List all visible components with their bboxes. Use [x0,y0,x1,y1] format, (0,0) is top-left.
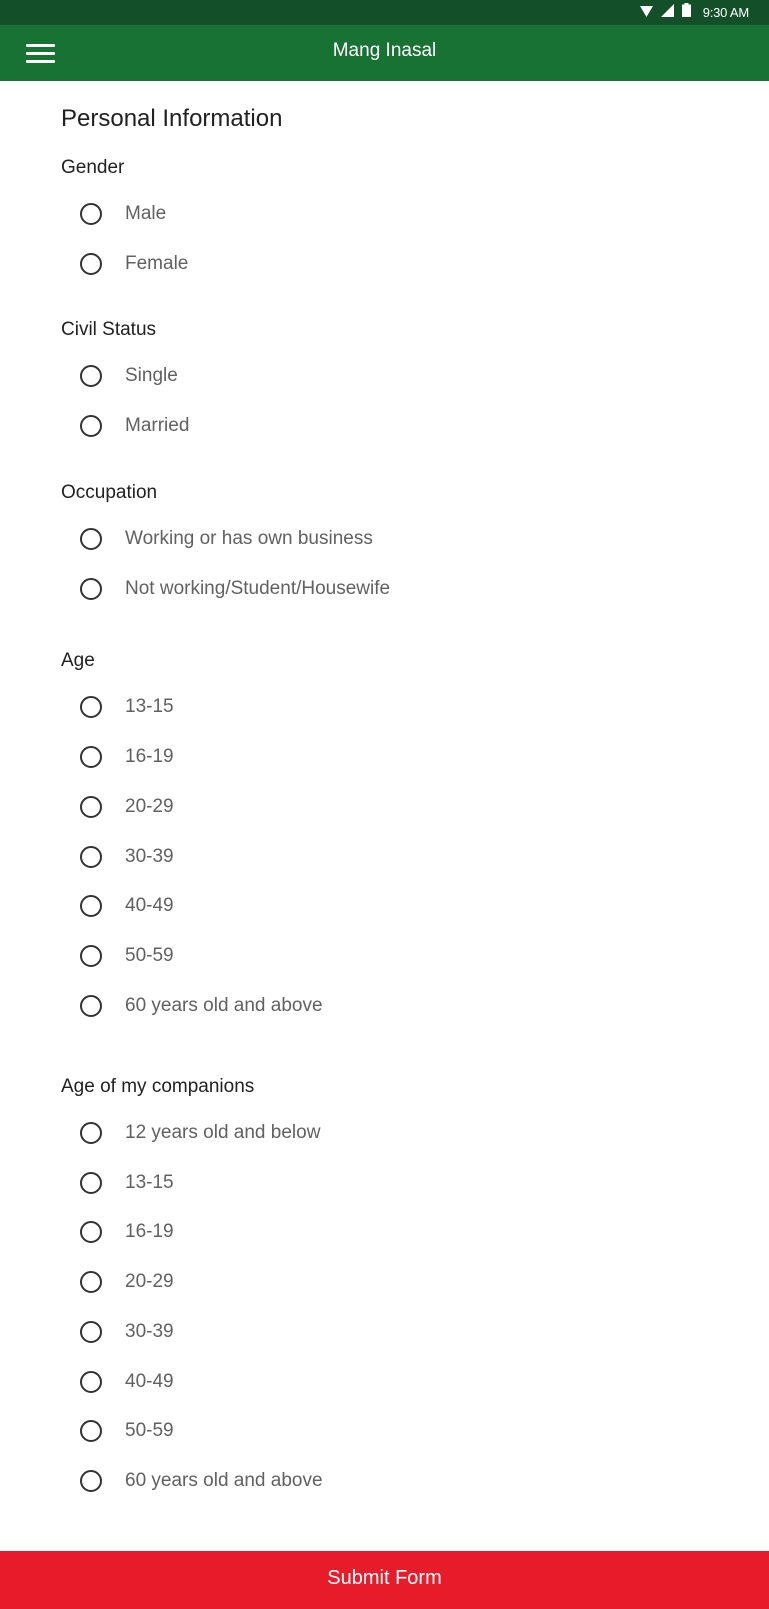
wifi-icon [639,4,653,22]
status-bar: 9:30 AM [0,0,769,25]
submit-form-button[interactable]: Submit Form [0,1551,769,1609]
radio-button[interactable] [80,746,102,768]
radio-button[interactable] [80,995,102,1017]
radio-companions-20-29[interactable]: 20-29 [80,1262,174,1302]
radio-button[interactable] [80,203,102,225]
radio-age-30-39[interactable]: 30-39 [80,837,174,877]
radio-button[interactable] [80,895,102,917]
radio-label: 30-39 [125,846,174,867]
radio-button[interactable] [80,846,102,868]
radio-label: 12 years old and below [125,1122,321,1143]
radio-label: 16-19 [125,746,174,767]
radio-label: Married [125,415,190,436]
radio-label: 50-59 [125,1420,174,1441]
radio-button[interactable] [80,415,102,437]
radio-button[interactable] [80,1221,102,1243]
status-icons: 9:30 AM [639,0,749,25]
radio-companions-30-39[interactable]: 30-39 [80,1312,174,1352]
age-label: Age [61,650,95,671]
occupation-label: Occupation [61,482,158,503]
radio-age-40-49[interactable]: 40-49 [80,886,174,926]
radio-companions-50-59[interactable]: 50-59 [80,1411,174,1451]
radio-label: Male [125,203,167,224]
radio-companions-40-49[interactable]: 40-49 [80,1362,174,1402]
radio-button[interactable] [80,365,102,387]
radio-label: 60 years old and above [125,995,323,1016]
radio-civil-married[interactable]: Married [80,406,189,446]
radio-label: 16-19 [125,1221,174,1242]
radio-companions-60-above[interactable]: 60 years old and above [80,1461,323,1501]
radio-button[interactable] [80,1420,102,1442]
radio-label: 13-15 [125,1172,174,1193]
radio-companions-12-below[interactable]: 12 years old and below [80,1113,320,1153]
radio-civil-single[interactable]: Single [80,356,178,396]
radio-companions-13-15[interactable]: 13-15 [80,1163,174,1203]
radio-button[interactable] [80,1271,102,1293]
radio-button[interactable] [80,1122,102,1144]
radio-button[interactable] [80,528,102,550]
app-bar: Mang Inasal [0,25,769,81]
radio-button[interactable] [80,1470,102,1492]
radio-button[interactable] [80,945,102,967]
radio-age-20-29[interactable]: 20-29 [80,787,174,827]
hamburger-menu-icon[interactable] [18,35,64,71]
radio-gender-male[interactable]: Male [80,194,166,234]
status-time: 9:30 AM [702,5,749,20]
radio-gender-female[interactable]: Female [80,244,188,284]
civil-status-label: Civil Status [61,319,157,340]
radio-label: 40-49 [125,895,174,916]
radio-button[interactable] [80,253,102,275]
radio-button[interactable] [80,696,102,718]
radio-occupation-working[interactable]: Working or has own business [80,519,373,559]
radio-label: 60 years old and above [125,1470,323,1491]
radio-label: Not working/Student/Housewife [125,578,391,599]
radio-label: Female [125,253,189,274]
companions-age-label: Age of my companions [61,1076,255,1097]
radio-button[interactable] [80,1172,102,1194]
radio-age-13-15[interactable]: 13-15 [80,687,174,727]
radio-label: Working or has own business [125,528,373,549]
radio-occupation-not-working[interactable]: Not working/Student/Housewife [80,569,390,609]
radio-age-16-19[interactable]: 16-19 [80,737,174,777]
radio-button[interactable] [80,1371,102,1393]
radio-label: 50-59 [125,945,174,966]
radio-label: 20-29 [125,796,174,817]
gender-label: Gender [61,157,125,178]
radio-age-60-above[interactable]: 60 years old and above [80,986,323,1026]
radio-button[interactable] [80,796,102,818]
battery-icon [681,3,691,22]
radio-label: 40-49 [125,1371,174,1392]
radio-label: 13-15 [125,696,174,717]
radio-label: 30-39 [125,1321,174,1342]
app-title: Mang Inasal [332,40,437,61]
radio-button[interactable] [80,1321,102,1343]
app-screen: 9:30 AM Mang Inasal Personal Information… [0,0,769,1609]
radio-age-50-59[interactable]: 50-59 [80,936,174,976]
radio-button[interactable] [80,578,102,600]
radio-label: Single [125,365,178,386]
radio-companions-16-19[interactable]: 16-19 [80,1212,174,1252]
page-title: Personal Information [61,105,283,132]
cell-signal-icon [660,3,674,22]
radio-label: 20-29 [125,1271,174,1292]
